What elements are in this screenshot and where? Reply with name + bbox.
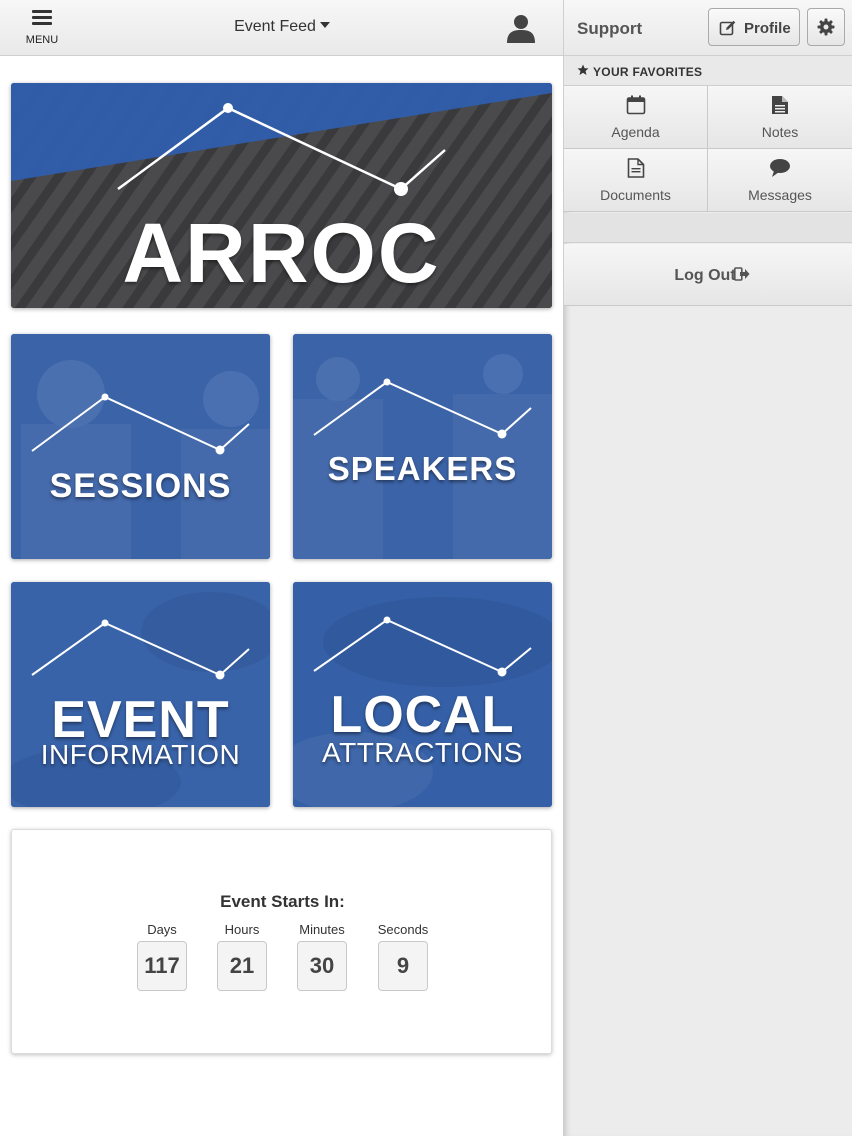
support-link[interactable]: Support: [577, 19, 642, 39]
local-label: LOCAL: [330, 686, 515, 744]
favorite-label: Documents: [600, 187, 671, 203]
panel-divider: [564, 213, 852, 243]
favorites-title: YOUR FAVORITES: [593, 65, 703, 79]
countdown-value: 21: [217, 941, 267, 991]
countdown-hours: Hours 21: [212, 922, 272, 991]
countdown-unit-label: Hours: [224, 922, 260, 937]
event-feed-title: Event Feed: [234, 18, 316, 35]
favorite-agenda[interactable]: Agenda: [564, 86, 708, 149]
countdown-value: 9: [378, 941, 428, 991]
countdown-unit-label: Seconds: [377, 922, 429, 937]
event-information-tile[interactable]: EVENT INFORMATION: [11, 582, 270, 807]
gear-icon: [817, 18, 835, 36]
menu-button[interactable]: MENU: [18, 6, 66, 50]
local-attractions-tile[interactable]: LOCAL ATTRACTIONS: [293, 582, 552, 807]
calendar-icon: [626, 95, 645, 115]
favorite-label: Notes: [761, 124, 799, 140]
favorite-documents[interactable]: Documents: [564, 149, 708, 212]
arroc-banner-tile[interactable]: ARROC: [11, 83, 552, 308]
side-top-bar: Support Profile: [564, 0, 852, 56]
favorites-grid: Agenda Notes Documents Messages: [564, 86, 852, 213]
user-avatar-icon[interactable]: [505, 13, 537, 43]
information-label: INFORMATION: [40, 739, 241, 770]
countdown-seconds: Seconds 9: [373, 922, 433, 991]
profile-label: Profile: [744, 20, 791, 37]
countdown-days: Days 117: [132, 922, 192, 991]
countdown-value: 30: [297, 941, 347, 991]
countdown-unit-label: Minutes: [299, 922, 345, 937]
countdown-value: 117: [137, 941, 187, 991]
speakers-label: SPEAKERS: [327, 450, 518, 487]
speech-bubble-icon: [770, 159, 790, 177]
top-bar: MENU Event Feed: [0, 0, 563, 56]
countdown-card: Event Starts In: Days 117 Hours 21 Minut…: [11, 829, 552, 1054]
sessions-tile[interactable]: SESSIONS: [11, 334, 270, 559]
favorite-label: Agenda: [611, 124, 660, 140]
favorite-messages[interactable]: Messages: [708, 149, 852, 212]
attractions-label: ATTRACTIONS: [322, 737, 523, 768]
countdown-title: Event Starts In:: [220, 892, 345, 911]
event-feed-dropdown[interactable]: Event Feed: [200, 18, 364, 36]
menu-label: MENU: [25, 34, 59, 46]
logout-label: Log Out: [674, 267, 736, 284]
logout-button[interactable]: Log Out: [564, 244, 852, 306]
countdown-unit-label: Days: [147, 922, 177, 937]
speakers-tile[interactable]: SPEAKERS: [293, 334, 552, 559]
sessions-background-art: [11, 334, 270, 559]
favorites-header: YOUR FAVORITES: [564, 56, 852, 86]
hamburger-icon: [32, 10, 52, 26]
sessions-label: SESSIONS: [49, 467, 232, 505]
file-icon: [627, 158, 644, 178]
favorite-notes[interactable]: Notes: [708, 86, 852, 149]
document-icon: [772, 96, 788, 114]
side-panel: Support Profile YOUR FAVORITES Agenda No…: [563, 0, 852, 1136]
favorite-label: Messages: [748, 187, 812, 203]
main-pane: MENU Event Feed ARROC SESSIONS SPEAKERS …: [0, 0, 563, 1136]
countdown-minutes: Minutes 30: [292, 922, 352, 991]
edit-icon: [719, 20, 736, 36]
profile-button[interactable]: Profile: [708, 8, 800, 46]
sign-out-icon: [734, 267, 750, 281]
caret-down-icon: [319, 22, 330, 29]
speakers-background-art: [293, 334, 552, 559]
settings-button[interactable]: [807, 8, 845, 46]
star-icon: [577, 64, 589, 75]
hero-title: ARROC: [122, 206, 441, 300]
